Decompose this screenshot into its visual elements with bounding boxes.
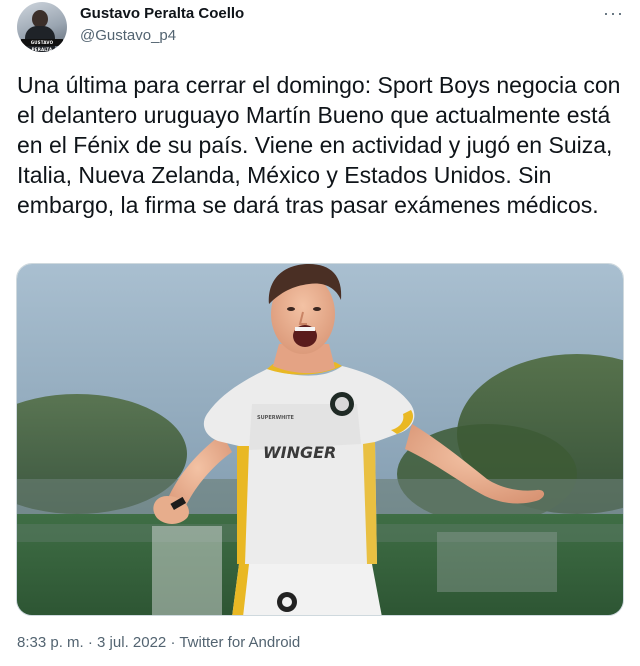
tweet-photo[interactable]: WINGER SUPERWHITE xyxy=(16,263,624,616)
meta-separator-2: · xyxy=(166,634,180,651)
author-avatar[interactable]: GUSTAVO PERALTA xyxy=(17,2,67,52)
jersey-small-sponsor: SUPERWHITE xyxy=(257,415,295,421)
tweet-meta: 8:33 p. m. · 3 jul. 2022 · Twitter for A… xyxy=(17,634,300,651)
author-handle[interactable]: @Gustavo_p4 xyxy=(80,27,176,44)
photo-soccer-player: WINGER SUPERWHITE xyxy=(17,264,623,615)
tweet-card: GUSTAVO PERALTA Gustavo Peralta Coello @… xyxy=(0,0,640,666)
avatar-banner: GUSTAVO PERALTA xyxy=(21,39,63,52)
author-name[interactable]: Gustavo Peralta Coello xyxy=(80,5,244,22)
tweet-source-link[interactable]: Twitter for Android xyxy=(179,634,300,651)
tweet-text: Una última para cerrar el domingo: Sport… xyxy=(17,72,621,218)
tweet-time-link[interactable]: 8:33 p. m. xyxy=(17,634,84,651)
jersey-sponsor: WINGER xyxy=(263,443,336,462)
meta-separator: · xyxy=(83,634,98,651)
tweet-date-link[interactable]: 3 jul. 2022 xyxy=(97,634,166,651)
more-horizontal-icon[interactable]: ··· xyxy=(603,4,624,22)
